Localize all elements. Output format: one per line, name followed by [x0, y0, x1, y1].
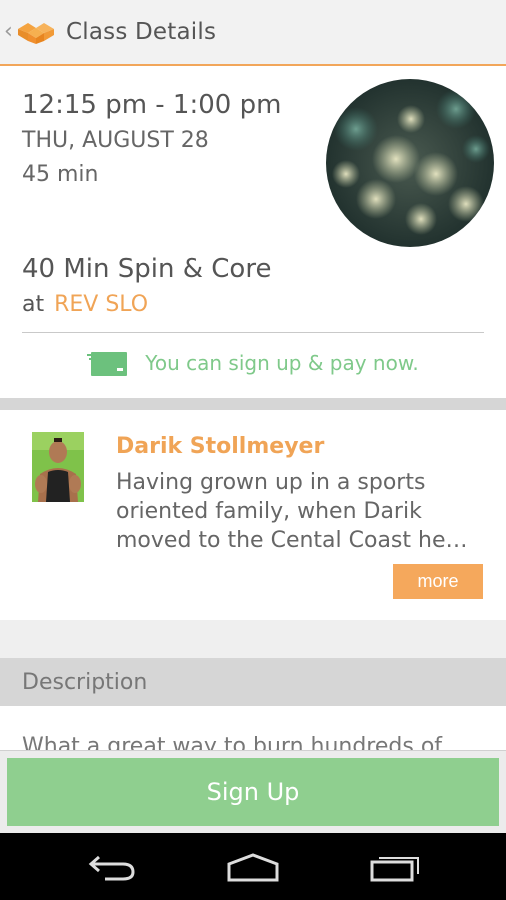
instructor-avatar[interactable]	[32, 432, 84, 502]
page-title: Class Details	[66, 19, 217, 45]
description-body: What a great way to burn hundreds of	[0, 706, 506, 750]
divider	[22, 332, 484, 333]
credit-card-icon	[87, 352, 128, 376]
more-button[interactable]: more	[393, 564, 483, 599]
signup-note: You can sign up & pay now.	[0, 350, 506, 376]
app-logo-icon[interactable]	[18, 20, 54, 44]
class-duration: 45 min	[22, 162, 99, 187]
section-separator	[0, 398, 506, 410]
instructor-name[interactable]: Darik Stollmeyer	[116, 434, 324, 459]
chevron-left-icon[interactable]: ‹	[4, 21, 16, 43]
at-label: at	[22, 292, 45, 317]
class-time: 12:15 pm - 1:00 pm	[22, 90, 282, 120]
system-nav-bar	[0, 833, 506, 900]
footer: Sign Up	[0, 750, 506, 833]
class-date: THU, AUGUST 28	[22, 128, 209, 153]
venue-line: at REV SLO	[22, 292, 148, 317]
sign-up-button[interactable]: Sign Up	[7, 758, 499, 826]
instructor-bio: Having grown up in a sports oriented fam…	[116, 470, 468, 553]
signup-note-text: You can sign up & pay now.	[145, 351, 419, 375]
class-photo	[326, 79, 494, 247]
class-info-card: 12:15 pm - 1:00 pm THU, AUGUST 28 45 min	[0, 66, 506, 398]
app-bar: ‹ Class Details	[0, 0, 506, 66]
description-header: Description	[0, 658, 506, 706]
recent-apps-icon[interactable]	[365, 847, 425, 887]
home-icon[interactable]	[223, 847, 283, 887]
instructor-card: Darik Stollmeyer Having grown up in a sp…	[0, 410, 506, 620]
description-text: What a great way to burn hundreds of	[22, 734, 443, 750]
class-name: 40 Min Spin & Core	[22, 254, 272, 284]
section-gap	[0, 620, 506, 658]
description-title: Description	[22, 670, 148, 695]
back-icon[interactable]	[82, 847, 142, 887]
venue-link[interactable]: REV SLO	[54, 292, 148, 317]
